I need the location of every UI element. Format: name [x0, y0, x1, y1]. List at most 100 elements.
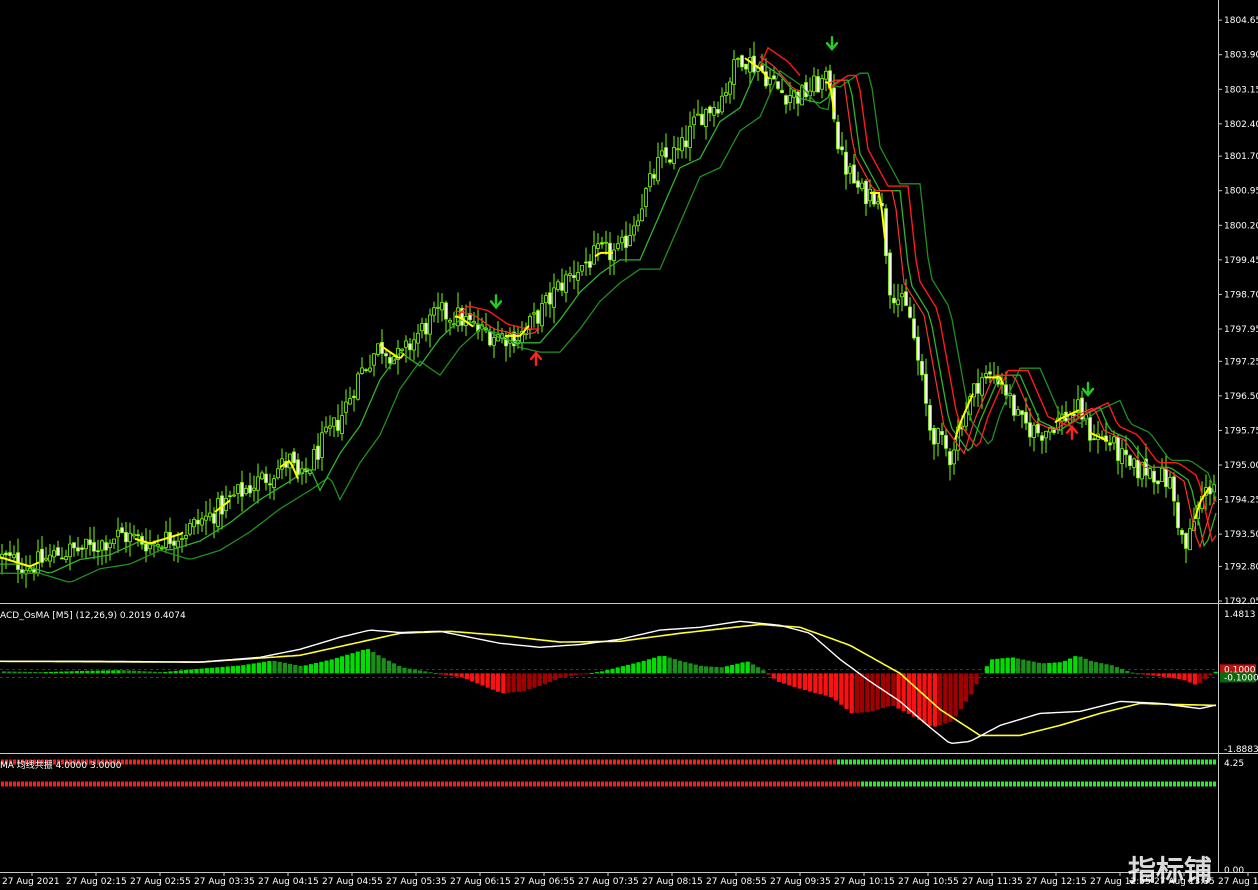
- signal-dot: [941, 759, 944, 765]
- osma-histogram-bar: [480, 673, 485, 686]
- signal-dot: [193, 781, 196, 787]
- candle-body: [1092, 438, 1096, 441]
- signal-dot: [869, 781, 872, 787]
- osma-histogram-bar: [542, 673, 547, 685]
- signal-dot: [273, 759, 276, 765]
- signal-dot: [517, 781, 520, 787]
- signal-dot: [845, 759, 848, 765]
- signal-dot: [1201, 759, 1204, 765]
- candle-body: [620, 236, 624, 244]
- signal-dot: [73, 781, 76, 787]
- signal-dot: [273, 781, 276, 787]
- signal-dot: [509, 759, 512, 765]
- signal-dot: [505, 759, 508, 765]
- signal-dot: [1033, 781, 1036, 787]
- signal-dot: [577, 781, 580, 787]
- signal-dot: [1045, 759, 1048, 765]
- signal-dot: [601, 759, 604, 765]
- signal-dot: [773, 781, 776, 787]
- osma-histogram-bar: [849, 673, 854, 714]
- signal-dot: [1197, 759, 1200, 765]
- signal-dot: [457, 781, 460, 787]
- signal-dot: [37, 781, 40, 787]
- signal-dot: [909, 759, 912, 765]
- signal-dot: [437, 759, 440, 765]
- signal-dot: [537, 781, 540, 787]
- signal-dot: [1065, 759, 1068, 765]
- signal-dot: [533, 781, 536, 787]
- osma-histogram-bar: [407, 668, 412, 674]
- osma-histogram-bar: [688, 663, 693, 674]
- osma-histogram-bar: [132, 670, 137, 674]
- signal-dot: [769, 759, 772, 765]
- candle-body: [580, 264, 584, 272]
- osma-histogram-bar: [1187, 673, 1192, 683]
- signal-dot: [717, 781, 720, 787]
- signal-dot: [929, 781, 932, 787]
- signal-dot: [605, 759, 608, 765]
- osma-histogram-bar: [43, 672, 48, 674]
- signal-dot: [505, 781, 508, 787]
- signal-dot: [1149, 759, 1152, 765]
- signal-dot: [485, 781, 488, 787]
- signal-dot: [581, 781, 584, 787]
- candle-body: [12, 554, 16, 559]
- osma-histogram-bar: [719, 667, 724, 674]
- signal-dot: [305, 759, 308, 765]
- signal-dot: [685, 759, 688, 765]
- signal-dot: [405, 781, 408, 787]
- time-tick-label: 27 Aug 06:15: [450, 877, 511, 887]
- candle-body: [32, 569, 36, 573]
- signal-dot: [221, 781, 224, 787]
- signal-dot: [5, 781, 8, 787]
- signal-dot: [349, 781, 352, 787]
- signal-dot: [261, 781, 264, 787]
- signal-dot: [501, 759, 504, 765]
- candle-body: [860, 182, 864, 190]
- signal-dot: [205, 759, 208, 765]
- signal-dot: [1101, 781, 1104, 787]
- signal-dot: [21, 781, 24, 787]
- candle-body: [780, 90, 784, 94]
- signal-dot: [965, 759, 968, 765]
- signal-dot: [949, 759, 952, 765]
- signal-dot: [905, 759, 908, 765]
- signal-dot: [633, 781, 636, 787]
- signal-dot: [285, 781, 288, 787]
- candle-body: [528, 316, 532, 331]
- signal-dot: [377, 781, 380, 787]
- osma-histogram-bar: [308, 664, 313, 674]
- signal-dot: [557, 759, 560, 765]
- candle-body: [1124, 449, 1128, 455]
- signal-dot: [957, 781, 960, 787]
- signal-dot: [9, 781, 12, 787]
- signal-dot: [953, 759, 956, 765]
- signal-dot: [261, 759, 264, 765]
- signal-dot: [57, 781, 60, 787]
- signal-dot: [1185, 759, 1188, 765]
- candle-body: [388, 357, 392, 364]
- osma-histogram-bar: [22, 671, 27, 674]
- osma-histogram-bar: [1172, 673, 1177, 679]
- signal-dot: [789, 759, 792, 765]
- candle-body: [408, 343, 412, 351]
- signal-dot: [169, 781, 172, 787]
- signal-dot: [201, 781, 204, 787]
- signal-dot: [1157, 781, 1160, 787]
- signal-dot: [301, 781, 304, 787]
- osma-histogram-bar: [891, 673, 896, 706]
- signal-dot: [1105, 759, 1108, 765]
- signal-dot: [1121, 759, 1124, 765]
- signal-dot: [1045, 781, 1048, 787]
- osma-histogram-bar: [766, 673, 771, 675]
- candle-body: [44, 557, 48, 561]
- signal-dot: [669, 781, 672, 787]
- signal-dot: [1041, 781, 1044, 787]
- signal-dot: [141, 781, 144, 787]
- osma-histogram-bar: [230, 666, 235, 674]
- osma-histogram-bar: [293, 664, 298, 674]
- candle-body: [1132, 458, 1136, 468]
- osma-histogram-bar: [626, 664, 631, 674]
- signal-dot: [853, 759, 856, 765]
- candle-body: [232, 494, 236, 497]
